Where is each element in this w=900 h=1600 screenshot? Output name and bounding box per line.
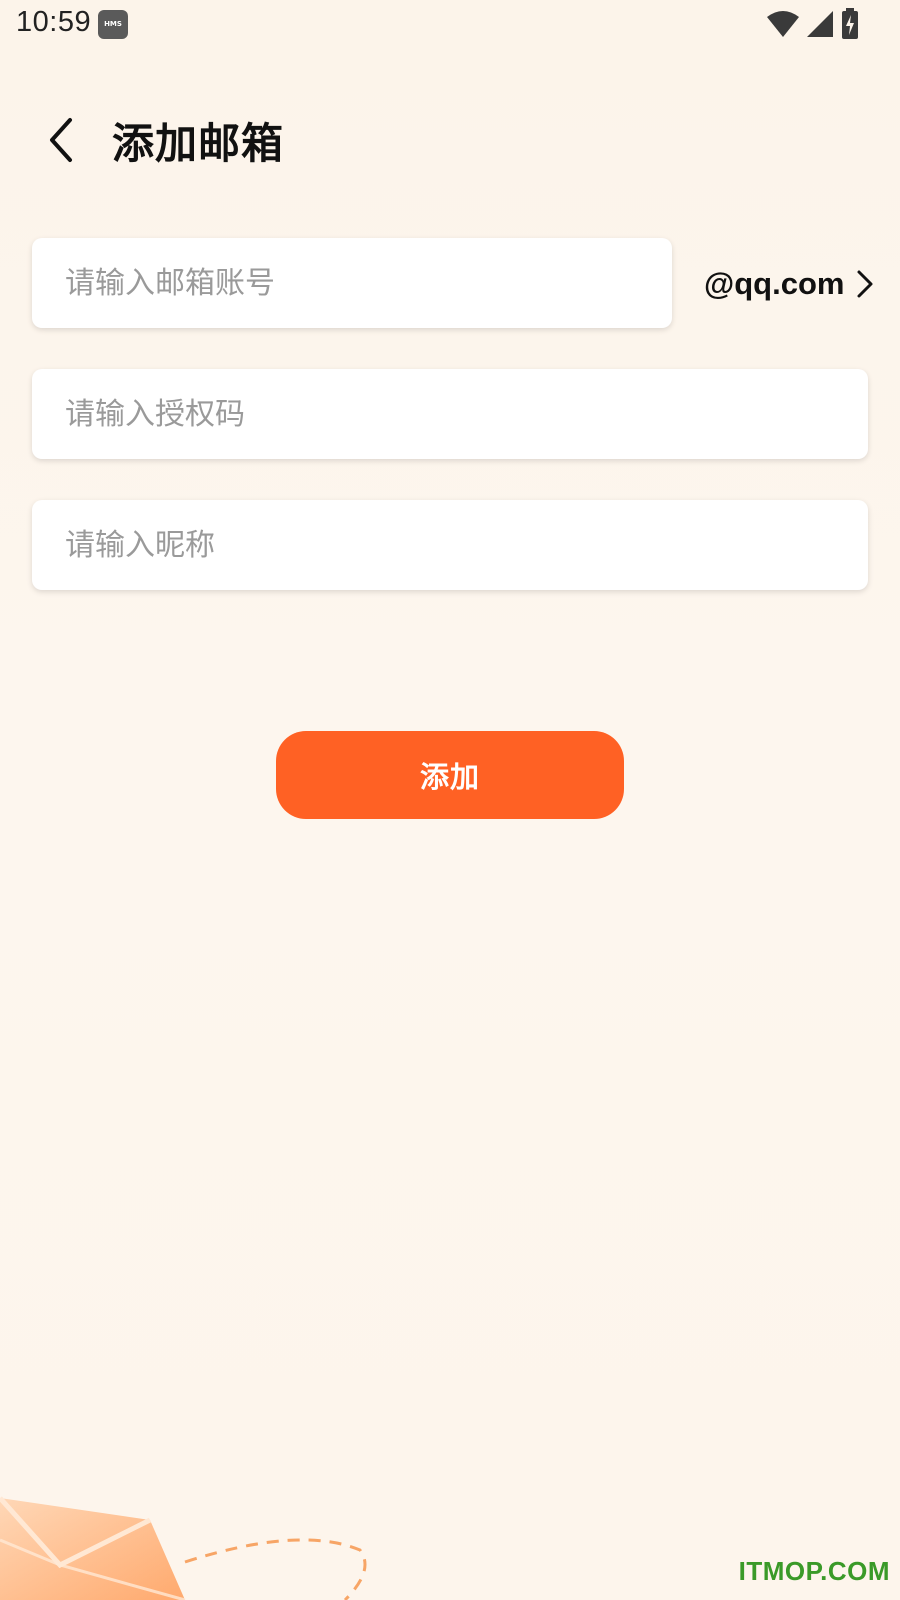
- back-button[interactable]: [38, 114, 86, 166]
- envelope-illustration: [0, 1496, 367, 1600]
- chevron-left-icon: [50, 118, 72, 162]
- chevron-right-icon: [857, 270, 873, 298]
- wifi-icon: [767, 11, 799, 37]
- domain-selector[interactable]: @qq.com: [704, 262, 876, 306]
- add-button[interactable]: 添加: [276, 731, 624, 819]
- header: 添加邮箱: [0, 100, 900, 180]
- page-title: 添加邮箱: [112, 119, 285, 168]
- nickname-field: [32, 500, 868, 590]
- status-time: 10:59: [16, 6, 92, 38]
- nickname-input[interactable]: [32, 500, 868, 590]
- auth-code-field: [32, 369, 868, 459]
- status-icons: [766, 8, 860, 40]
- hms-badge: HMS: [98, 10, 128, 39]
- domain-label: @qq.com: [704, 266, 845, 301]
- email-account-input[interactable]: [32, 238, 672, 328]
- battery-charging-icon: [842, 8, 858, 39]
- watermark: ITMOP.COM: [738, 1556, 890, 1586]
- auth-code-input[interactable]: [32, 369, 868, 459]
- cell-signal-icon: [807, 11, 833, 37]
- email-account-field: [32, 238, 672, 328]
- status-bar: 10:59 HMS: [0, 0, 900, 48]
